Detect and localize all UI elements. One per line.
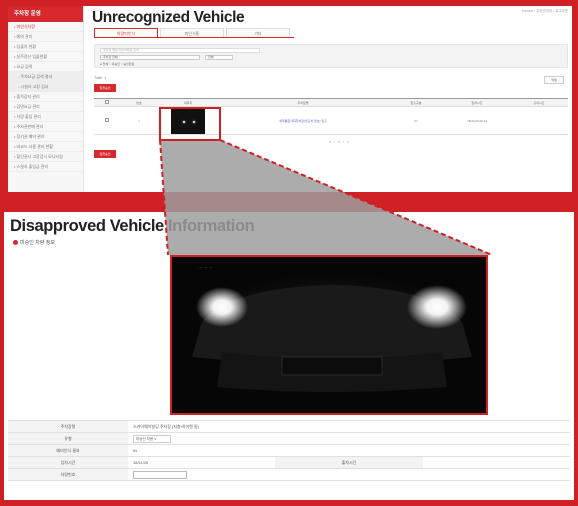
sidebar-item[interactable]: • 할인권사 고장감시 모니터링 xyxy=(8,152,83,162)
sidebar-item[interactable]: • 미인식차량 xyxy=(8,22,83,32)
sidebar-menu: • 미인식차량 • 예약 관리 • 입출차 현황 • 실주정산 입출현황 • 요금 검색… xyxy=(8,22,83,172)
detail-row-lot: 주차장명 스카이웨이빌딩 주차장 (지층/하이렌 밑) xyxy=(8,420,570,433)
excel-button[interactable]: 엑셀 xyxy=(544,76,564,84)
sidebar-item[interactable]: • 입출차 현황 xyxy=(8,42,83,52)
type-select[interactable]: 미승인 차량 ∨ xyxy=(133,434,171,443)
detail-row-type: 유형 미승인 차량 ∨ xyxy=(8,432,570,445)
table-header-row: 번호 이미지 주차장명 입출구분 입차시간 출차시간 xyxy=(94,98,568,107)
row-gate: IN xyxy=(388,106,444,135)
sidebar-item[interactable]: • 차량 출입 관리 xyxy=(8,112,83,122)
exit-time-label: 출차시간 xyxy=(275,456,423,469)
plate-number-input[interactable] xyxy=(133,470,187,479)
entry-time-value: 18/11/20 xyxy=(128,456,276,469)
row-number: 1 xyxy=(120,106,158,135)
sidebar-header: 주차장 운영 xyxy=(8,6,83,22)
sidebar-item[interactable]: • 출차감지 관리 xyxy=(8,92,83,102)
sidebar: 주차장 운영 • 미인식차량 • 예약 관리 • 입출차 현황 • 실주정산 입출현황… xyxy=(8,6,84,192)
pagination[interactable]: « ‹ 1 › » xyxy=(329,140,350,144)
entry-time-label: 입차시간 xyxy=(8,456,128,469)
sidebar-item[interactable]: - 주차요금 검색 결과 xyxy=(8,72,83,82)
lot-label: 주차장명 xyxy=(8,420,128,433)
approve-button[interactable]: 일괄승인 xyxy=(94,84,116,92)
type-label: 유형 xyxy=(8,432,128,445)
detail-row-time: 입차시간 18/11/20 출차시간 xyxy=(8,456,570,469)
search-input[interactable]: 주차장 명칭 미인식차량 검색 xyxy=(100,48,260,53)
vehicle-thumbnail-image[interactable] xyxy=(171,107,205,134)
sidebar-item[interactable]: • 요금 검색 xyxy=(8,62,83,72)
detail-row-result: 예비인식 결과 IN xyxy=(8,444,570,457)
tab-other[interactable]: 기타 xyxy=(226,28,290,37)
table-row[interactable]: 1 세무통합사회주차장(입출차 정보) 입출 IN 18/11/20 22:14 xyxy=(94,106,568,135)
header-exit-time: 출차시간 xyxy=(510,98,568,107)
subtitle-text: 미승인 차량 정보 xyxy=(20,240,55,246)
plate-label: 차량번호 xyxy=(8,468,128,481)
result-value: IN xyxy=(128,444,570,457)
svg-text:··· ·· ··: ··· ·· ·· xyxy=(198,265,213,271)
vehicle-photo: ··· ·· ·· xyxy=(170,255,488,415)
tab-unrecognized[interactable]: 차량미인식 xyxy=(94,28,158,37)
parking-lot-select[interactable]: 주차장 전체 xyxy=(100,55,200,60)
row-checkbox[interactable] xyxy=(94,106,120,135)
sidebar-item[interactable]: • 감면요금 관리 xyxy=(8,102,83,112)
detail-title: Disapproved Vehicle Information xyxy=(10,217,255,235)
bullet-icon xyxy=(13,240,18,246)
header-no: 번호 xyxy=(120,98,158,107)
row-exit-time xyxy=(510,106,568,135)
sidebar-item[interactable]: • 주차권판매 관리 xyxy=(8,122,83,132)
approve-button-bottom[interactable]: 일괄승인 xyxy=(94,150,116,158)
main-content: Unrecognized Vehicle Hanam / 주차관리자 / 로그아… xyxy=(92,6,572,192)
detail-row-plate: 차량번호 xyxy=(8,468,570,481)
car-night-image: ··· ·· ·· xyxy=(172,257,486,413)
row-entry-time: 18/11/20 22:14 xyxy=(444,106,510,135)
lot-value: 스카이웨이빌딩 주차장 (지층/하이렌 밑) xyxy=(128,420,570,433)
sidebar-item[interactable]: • 예약 관리 xyxy=(8,32,83,42)
detail-subtitle: 미승인 차량 정보 xyxy=(13,239,55,246)
sidebar-item[interactable]: • 정기권 예약 관리 xyxy=(8,132,83,142)
tab-unrecognized-stats[interactable]: 미인식통 xyxy=(160,28,224,37)
result-label: 예비인식 결과 xyxy=(8,444,128,457)
search-filter-box: 주차장 명칭 미인식차량 검색 주차장 전체 전체 ● 전체 ○ 미승인 ○ 승… xyxy=(94,44,568,68)
user-info[interactable]: Hanam / 주차관리자 / 로그아웃 xyxy=(522,9,568,14)
approval-radio-group[interactable]: ● 전체 ○ 미승인 ○ 승인완료 xyxy=(100,62,134,66)
header-image: 이미지 xyxy=(158,98,218,107)
tab-bar: 차량미인식 미인식통 기타 xyxy=(94,28,294,38)
header-lot: 주차장명 xyxy=(218,98,388,107)
vehicle-table: 번호 이미지 주차장명 입출구분 입차시간 출차시간 1 세무통합사회주차장(입… xyxy=(94,98,568,135)
detail-table: 주차장명 스카이웨이빌딩 주차장 (지층/하이렌 밑) 유형 미승인 차량 ∨ … xyxy=(8,420,570,481)
status-select[interactable]: 전체 xyxy=(205,55,233,60)
sidebar-item[interactable]: • 바코드 사용 관리 현황 xyxy=(8,142,83,152)
page-title: Unrecognized Vehicle xyxy=(92,9,245,26)
top-screenshot-panel: 주차장 운영 • 미인식차량 • 예약 관리 • 입출차 현황 • 실주정산 입출현황… xyxy=(8,6,572,192)
sidebar-item[interactable]: • 스윗지 출입금 관리 xyxy=(8,162,83,172)
header-entry-time: 입차시간 xyxy=(444,98,510,107)
row-lot-link[interactable]: 세무통합사회주차장(입출차 정보) 입출 xyxy=(218,106,388,135)
exit-time-value xyxy=(422,456,570,469)
header-gate: 입출구분 xyxy=(388,98,444,107)
header-select-all[interactable] xyxy=(94,98,120,107)
bottom-screenshot-panel: Disapproved Vehicle Information 미승인 차량 정… xyxy=(4,212,574,500)
sidebar-item[interactable]: • 실주정산 입출현황 xyxy=(8,52,83,62)
sidebar-item[interactable]: - 시설사 고장 검사 xyxy=(8,82,83,92)
total-count: Total : 1 xyxy=(94,76,107,80)
row-thumbnail[interactable] xyxy=(158,106,218,135)
